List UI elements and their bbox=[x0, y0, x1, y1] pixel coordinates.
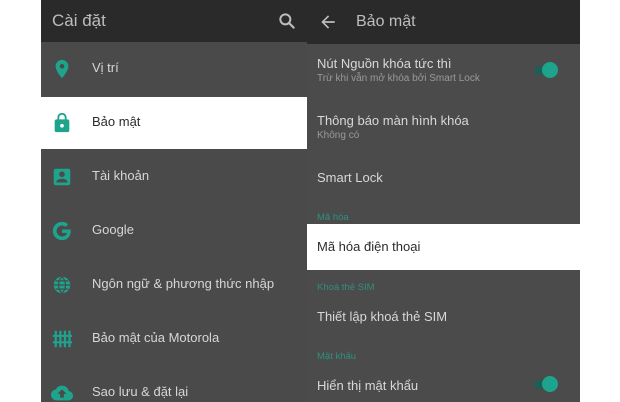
lock-screen-notifications-subtitle: Không có bbox=[317, 130, 360, 141]
lock-icon bbox=[54, 112, 70, 133]
account-box-icon bbox=[53, 168, 71, 186]
smart-lock-row[interactable]: Smart Lock bbox=[307, 156, 580, 198]
back-arrow-icon[interactable] bbox=[318, 12, 338, 32]
sim-lock-section-header: Khoá thẻ SIM bbox=[317, 282, 375, 293]
settings-item-label: Sao lưu & đặt lại bbox=[92, 384, 189, 399]
settings-title: Cài đặt bbox=[52, 11, 106, 30]
grid-lines-icon bbox=[52, 330, 73, 348]
settings-app-bar: Cài đặt bbox=[41, 0, 307, 42]
power-button-lock-title: Nút Nguồn khóa tức thì bbox=[317, 56, 452, 71]
settings-item-label: Bảo mật của Motorola bbox=[92, 330, 220, 345]
settings-panel: Cài đặt Vị trí Bảo mật Tài khoản Google … bbox=[41, 0, 307, 402]
encrypt-phone-row[interactable]: Mã hóa điện thoại bbox=[307, 224, 580, 270]
settings-item-label: Bảo mật bbox=[92, 114, 141, 129]
lock-screen-notifications-row[interactable]: Thông báo màn hình khóa Không có bbox=[307, 100, 580, 154]
security-panel: Bảo mật Nút Nguồn khóa tức thì Trừ khi v… bbox=[307, 0, 580, 402]
google-icon bbox=[52, 221, 71, 241]
screen-frame: Cài đặt Vị trí Bảo mật Tài khoản Google … bbox=[41, 0, 580, 402]
lock-screen-notifications-title: Thông báo màn hình khóa bbox=[317, 113, 469, 128]
smart-lock-title: Smart Lock bbox=[317, 170, 383, 185]
power-button-lock-row[interactable]: Nút Nguồn khóa tức thì Trừ khi vẫn mở kh… bbox=[307, 44, 580, 98]
search-icon[interactable] bbox=[277, 11, 297, 31]
settings-item-label: Vị trí bbox=[92, 60, 119, 75]
power-button-lock-toggle[interactable] bbox=[532, 60, 558, 80]
power-button-lock-subtitle: Trừ khi vẫn mở khóa bởi Smart Lock bbox=[317, 73, 480, 84]
security-title: Bảo mật bbox=[356, 13, 416, 30]
settings-item-security[interactable]: Bảo mật bbox=[41, 97, 307, 149]
settings-item-location[interactable]: Vị trí bbox=[41, 43, 307, 95]
show-password-row[interactable]: Hiển thị mật khẩu bbox=[307, 366, 580, 402]
encryption-section-header: Mã hóa bbox=[317, 212, 349, 223]
settings-item-label: Tài khoản bbox=[92, 168, 150, 183]
cloud-upload-icon bbox=[51, 385, 73, 401]
password-section-header: Mật khẩu bbox=[317, 351, 357, 362]
settings-item-backup-reset[interactable]: Sao lưu & đặt lại bbox=[41, 367, 307, 402]
sim-lock-setup-row[interactable]: Thiết lập khoá thẻ SIM bbox=[307, 296, 580, 336]
settings-item-label: Ngôn ngữ & phương thức nhập bbox=[92, 276, 275, 291]
settings-item-accounts[interactable]: Tài khoản bbox=[41, 151, 307, 203]
settings-item-google[interactable]: Google bbox=[41, 205, 307, 257]
show-password-toggle[interactable] bbox=[532, 374, 558, 394]
show-password-title: Hiển thị mật khẩu bbox=[317, 378, 419, 393]
sim-lock-setup-title: Thiết lập khoá thẻ SIM bbox=[317, 309, 448, 324]
location-pin-icon bbox=[55, 59, 69, 79]
settings-item-motorola-security[interactable]: Bảo mật của Motorola bbox=[41, 313, 307, 365]
settings-item-label: Google bbox=[92, 222, 134, 237]
encrypt-phone-title: Mã hóa điện thoại bbox=[317, 239, 421, 254]
globe-icon bbox=[53, 275, 71, 295]
security-app-bar: Bảo mật bbox=[307, 0, 580, 44]
settings-item-language-input[interactable]: Ngôn ngữ & phương thức nhập bbox=[41, 259, 307, 311]
